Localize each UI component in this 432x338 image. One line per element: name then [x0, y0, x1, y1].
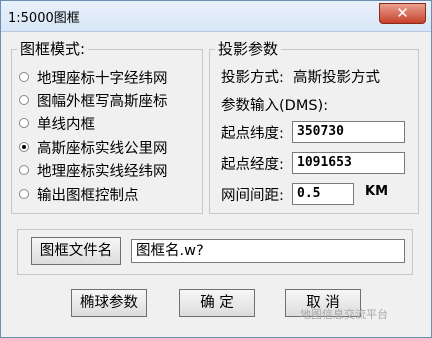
radio-button[interactable]: [19, 189, 29, 199]
ellipsoid-params-label: 椭球参数: [80, 295, 138, 311]
close-icon: ✕: [396, 4, 409, 22]
start-lat-field[interactable]: 350730: [292, 121, 405, 143]
radio-button[interactable]: [19, 72, 29, 82]
radio-label: 单线内框: [37, 117, 95, 133]
radio-button[interactable]: [19, 95, 29, 105]
window-title: 1:5000图框: [8, 11, 80, 26]
dms-label: 参数输入(DMS):: [221, 98, 329, 114]
grid-unit-label: KM: [365, 184, 389, 199]
radio-label: 高斯座标实线公里网: [37, 141, 168, 157]
projection-title: 投影参数: [215, 38, 282, 59]
radio-label: 输出图框控制点: [37, 188, 139, 204]
grid-spacing-label: 网间间距:: [221, 188, 284, 204]
watermark: 地图信息交流平台: [300, 308, 388, 321]
grid-spacing-field[interactable]: 0.5: [292, 183, 354, 205]
projection-method-label: 投影方式:: [221, 70, 284, 86]
radio-label: 地理座标实线经纬网: [37, 164, 168, 180]
radio-button[interactable]: [19, 118, 29, 128]
close-button[interactable]: ✕: [379, 3, 426, 24]
frame-filename-field[interactable]: 图框名.w?: [131, 239, 405, 263]
ok-button[interactable]: 确 定: [179, 289, 255, 317]
radio-label: 图幅外框写高斯座标: [37, 94, 168, 110]
projection-method-value: 高斯投影方式: [293, 70, 380, 86]
start-lon-label: 起点经度:: [221, 157, 284, 173]
title-bar: 1:5000图框 ✕: [1, 1, 431, 32]
frame-filename-button[interactable]: 图框文件名: [31, 237, 121, 265]
radio-label: 地理座标十字经纬网: [37, 71, 168, 87]
radio-button[interactable]: [19, 165, 29, 175]
ellipsoid-params-button[interactable]: 椭球参数: [71, 289, 147, 317]
dialog-window: 1:5000图框 ✕ 图框模式: 地理座标十字经纬网 图幅外框写高斯座标 单线内…: [0, 0, 432, 338]
start-lat-label: 起点纬度:: [221, 126, 284, 142]
ok-button-label: 确 定: [200, 295, 234, 311]
frame-mode-title: 图框模式:: [17, 38, 89, 59]
frame-filename-button-label: 图框文件名: [39, 243, 113, 259]
radio-button-checked[interactable]: [19, 142, 29, 152]
start-lon-field[interactable]: 1091653: [292, 152, 405, 174]
